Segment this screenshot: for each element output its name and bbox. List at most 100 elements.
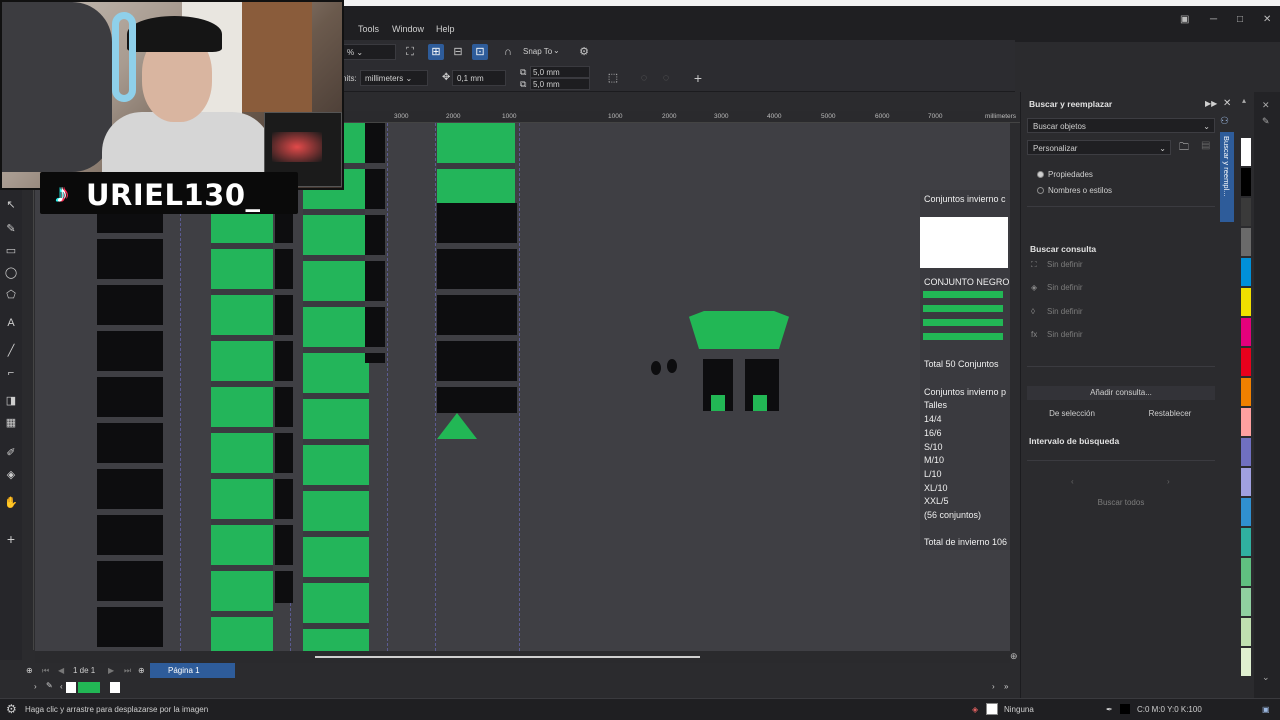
swatch-green[interactable] [78, 682, 100, 693]
from-selection-button[interactable]: De selección [1027, 407, 1117, 421]
palette-swatch[interactable] [1241, 288, 1251, 316]
radio-properties[interactable]: Propiedades [1037, 170, 1093, 179]
black-jersey-column[interactable] [97, 193, 163, 651]
close-small-icon[interactable]: ✕ [1262, 100, 1270, 111]
units-select[interactable]: millimeters ⌄ [360, 70, 428, 86]
ellipse-tool-icon[interactable]: ◯ [4, 266, 18, 280]
query-row-effects[interactable]: fx Sin definir [1031, 330, 1083, 339]
hand-tool-icon[interactable]: ✋ [4, 496, 18, 510]
duplicate-x-input[interactable]: 5,0 mm [530, 66, 590, 78]
grid-icon[interactable]: ⊟ [450, 44, 466, 60]
rulers-icon[interactable]: ⊞ [428, 44, 444, 60]
pen-icon[interactable]: ✎ [1262, 116, 1270, 127]
close-icon[interactable]: ✕ [1263, 14, 1271, 25]
prev-page-icon[interactable]: ◀ [58, 666, 64, 675]
menu-window[interactable]: Window [392, 24, 424, 34]
preview-small-piece[interactable] [667, 359, 677, 373]
query-row-fill[interactable]: ◈ Sin definir [1031, 283, 1083, 292]
black-shorts-stack[interactable] [437, 203, 517, 413]
find-all-button[interactable]: Buscar todos [1027, 496, 1215, 510]
chevron-right-icon[interactable]: › [992, 682, 995, 691]
chevron-right-icon[interactable]: › [34, 682, 37, 691]
transform-icon[interactable]: ⬚ [605, 70, 621, 86]
duplicate-y-input[interactable]: 5,0 mm [530, 78, 590, 90]
add-page-end-icon[interactable]: ⊕ [138, 666, 145, 675]
palette-swatch[interactable] [1241, 468, 1251, 496]
page-tab[interactable]: Página 1 [150, 663, 235, 678]
restore-icon[interactable]: ▣ [1180, 14, 1189, 25]
double-chevron-icon[interactable]: » [1004, 682, 1008, 691]
green-jersey-stack[interactable] [437, 123, 515, 203]
snap-to-dropdown[interactable]: Snap To [523, 47, 552, 56]
palette-swatch[interactable] [1241, 168, 1251, 196]
zoom-level-select[interactable]: % ⌄ [342, 44, 396, 60]
palette-swatch[interactable] [1241, 228, 1251, 256]
horizontal-ruler[interactable]: 3000 2000 1000 1000 2000 3000 4000 5000 … [340, 111, 1020, 123]
gear-icon[interactable]: ⚙ [576, 44, 592, 60]
custom-select[interactable]: Personalizar ⌄ [1027, 140, 1171, 155]
palette-swatch[interactable] [1241, 618, 1251, 646]
next-page-icon[interactable]: ▶ [108, 666, 114, 675]
zoom-corner-icon[interactable]: ⊕ [1010, 651, 1018, 662]
menu-help[interactable]: Help [436, 24, 455, 34]
freehand-tool-icon[interactable]: ✎ [4, 222, 18, 236]
black-shorts-column[interactable] [365, 123, 385, 363]
green-jersey-column[interactable] [303, 123, 369, 651]
next-result-icon[interactable]: › [1167, 477, 1170, 486]
connector-tool-icon[interactable]: ⌐ [4, 366, 18, 380]
swatch-white[interactable] [66, 682, 76, 693]
status-window-icon[interactable]: ▣ [1262, 705, 1270, 714]
menu-tools[interactable]: Tools [358, 24, 379, 34]
add-icon[interactable]: + [690, 70, 706, 86]
chevron-left-icon[interactable]: ‹ [60, 682, 63, 691]
query-row-object[interactable]: ⛶ Sin definir [1031, 260, 1083, 270]
add-query-button[interactable]: Añadir consulta... [1027, 386, 1215, 400]
outline-swatch[interactable] [1120, 704, 1130, 714]
palette-swatch[interactable] [1241, 648, 1251, 676]
radio-names-styles[interactable]: Nombres o estilos [1037, 186, 1112, 195]
green-panel-shape[interactable] [437, 413, 477, 439]
palette-swatch[interactable] [1241, 528, 1251, 556]
close-docker-icon[interactable]: ✕ [1223, 98, 1231, 109]
palette-swatch[interactable] [1241, 318, 1251, 346]
notes-text-block[interactable]: Conjuntos invierno c CONJUNTO NEGRO Tota… [920, 190, 1010, 550]
scrollbar-thumb[interactable] [315, 656, 700, 658]
add-tool-icon[interactable]: + [4, 532, 18, 546]
minimize-icon[interactable]: ─ [1210, 14, 1217, 25]
first-page-icon[interactable]: ⏮ [42, 666, 49, 676]
chevron-down-icon[interactable]: ⌄ [553, 46, 560, 55]
preview-small-piece[interactable] [651, 361, 661, 375]
palette-scroll-down-icon[interactable]: ⌄ [1262, 672, 1270, 683]
docker-tab-find-replace[interactable]: Buscar y reempl... [1220, 132, 1234, 222]
palette-swatch[interactable] [1241, 408, 1251, 436]
transparency-tool-icon[interactable]: ▦ [4, 416, 18, 430]
find-mode-select[interactable]: Buscar objetos ⌄ [1027, 118, 1215, 133]
query-row-outline[interactable]: ◊ Sin definir [1031, 307, 1083, 316]
palette-swatch[interactable] [1241, 258, 1251, 286]
rectangle-tool-icon[interactable]: ▭ [4, 244, 18, 258]
snap-magnet-icon[interactable]: ∩ [500, 44, 516, 60]
palette-scroll-up-icon[interactable]: ▴ [1242, 96, 1246, 105]
nudge-distance-input[interactable]: 0,1 mm [452, 70, 506, 86]
folder-icon[interactable]: 🗀 [1179, 140, 1189, 157]
palette-swatch[interactable] [1241, 348, 1251, 376]
binoculars-icon[interactable]: ⚇ [1220, 116, 1229, 127]
fill-tool-icon[interactable]: ◈ [4, 468, 18, 482]
palette-swatch[interactable] [1241, 438, 1251, 466]
add-page-icon[interactable]: ⊕ [26, 666, 33, 675]
vertical-ruler[interactable] [22, 190, 34, 650]
maximize-icon[interactable]: □ [1237, 14, 1243, 25]
polygon-tool-icon[interactable]: ⬠ [4, 288, 18, 302]
zoom-fit-icon[interactable]: ⛶ [402, 44, 418, 60]
swatch-white[interactable] [110, 682, 120, 693]
black-shorts-column[interactable] [275, 203, 293, 603]
shadow-tool-icon[interactable]: ◨ [4, 394, 18, 408]
scale-icon[interactable]: ◌ [658, 70, 674, 86]
reset-button[interactable]: Restablecer [1125, 407, 1215, 421]
line-tool-icon[interactable]: ╱ [4, 344, 18, 358]
preview-jersey[interactable] [689, 311, 789, 349]
expand-icon[interactable]: ▶▶ [1205, 99, 1217, 108]
fill-swatch[interactable] [986, 703, 998, 715]
palette-swatch[interactable] [1241, 558, 1251, 586]
prev-result-icon[interactable]: ‹ [1071, 477, 1074, 486]
